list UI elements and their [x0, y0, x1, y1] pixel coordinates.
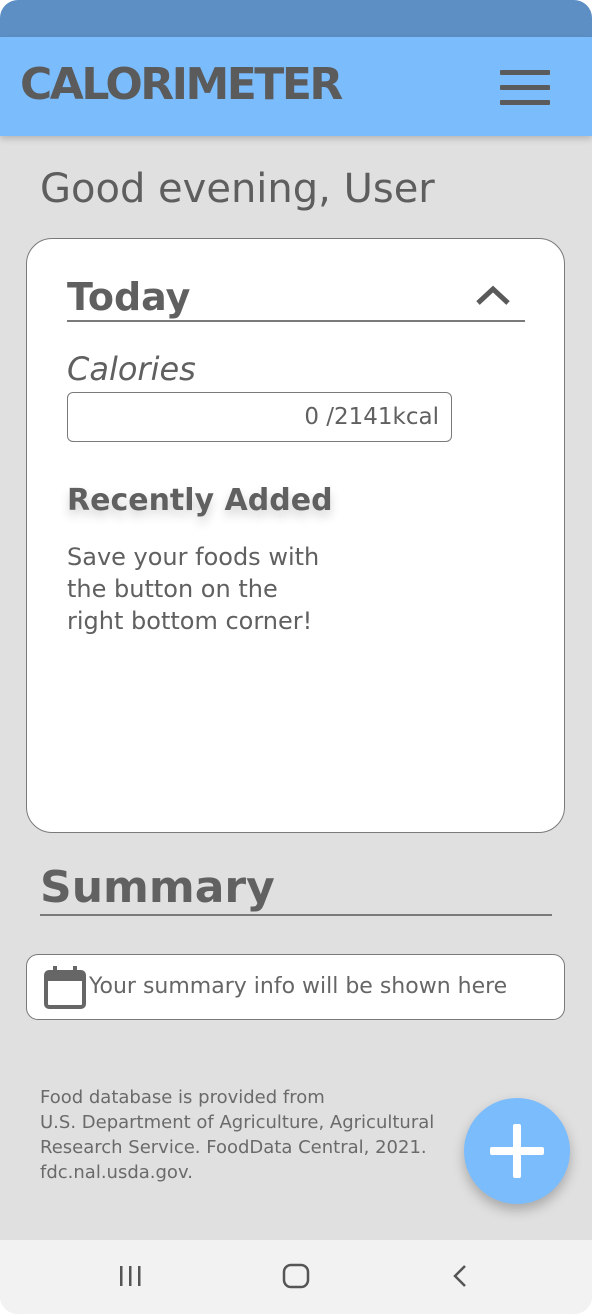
- app-title: CALORIMETER: [20, 59, 343, 110]
- recently-added-title: Recently Added: [67, 483, 333, 518]
- back-icon[interactable]: [440, 1258, 480, 1294]
- recently-added-empty-text: Save your foods with the button on the r…: [67, 543, 320, 635]
- credit-line: Food database is provided from: [40, 1087, 325, 1108]
- greeting-text: Good evening, User: [40, 166, 435, 212]
- credit-line: Research Service. FoodData Central, 2021…: [40, 1137, 427, 1158]
- summary-card[interactable]: Your summary info will be shown here: [26, 954, 565, 1020]
- add-food-button[interactable]: [464, 1098, 570, 1204]
- today-title: Today: [67, 275, 191, 319]
- calories-label: Calories: [67, 350, 196, 388]
- status-bar: [0, 0, 592, 37]
- credit-link[interactable]: fdc.nal.usda.gov.: [40, 1160, 480, 1185]
- summary-placeholder-text: Your summary info will be shown here: [89, 974, 508, 999]
- chevron-up-icon[interactable]: [473, 283, 513, 307]
- data-source-credit: Food database is provided from U.S. Depa…: [40, 1085, 480, 1185]
- today-divider: [67, 320, 525, 322]
- app-bar: CALORIMETER: [0, 37, 592, 136]
- credit-line: U.S. Department of Agriculture, Agricult…: [40, 1112, 435, 1133]
- system-nav-bar: [0, 1240, 592, 1314]
- summary-title: Summary: [40, 862, 275, 913]
- today-card: Today Calories 0 /2141kcal Recently Adde…: [26, 238, 565, 833]
- summary-divider: [40, 914, 552, 916]
- plus-icon-stem: [513, 1124, 521, 1178]
- calories-value: 0 /2141kcal: [304, 404, 439, 430]
- phone-screen: CALORIMETER Good evening, User Today Cal…: [0, 0, 592, 1314]
- hamburger-menu-icon[interactable]: [500, 70, 552, 106]
- calendar-icon: [44, 965, 86, 1009]
- calories-progress-field: 0 /2141kcal: [67, 392, 452, 442]
- home-icon[interactable]: [276, 1258, 316, 1294]
- recent-apps-icon[interactable]: [110, 1258, 150, 1294]
